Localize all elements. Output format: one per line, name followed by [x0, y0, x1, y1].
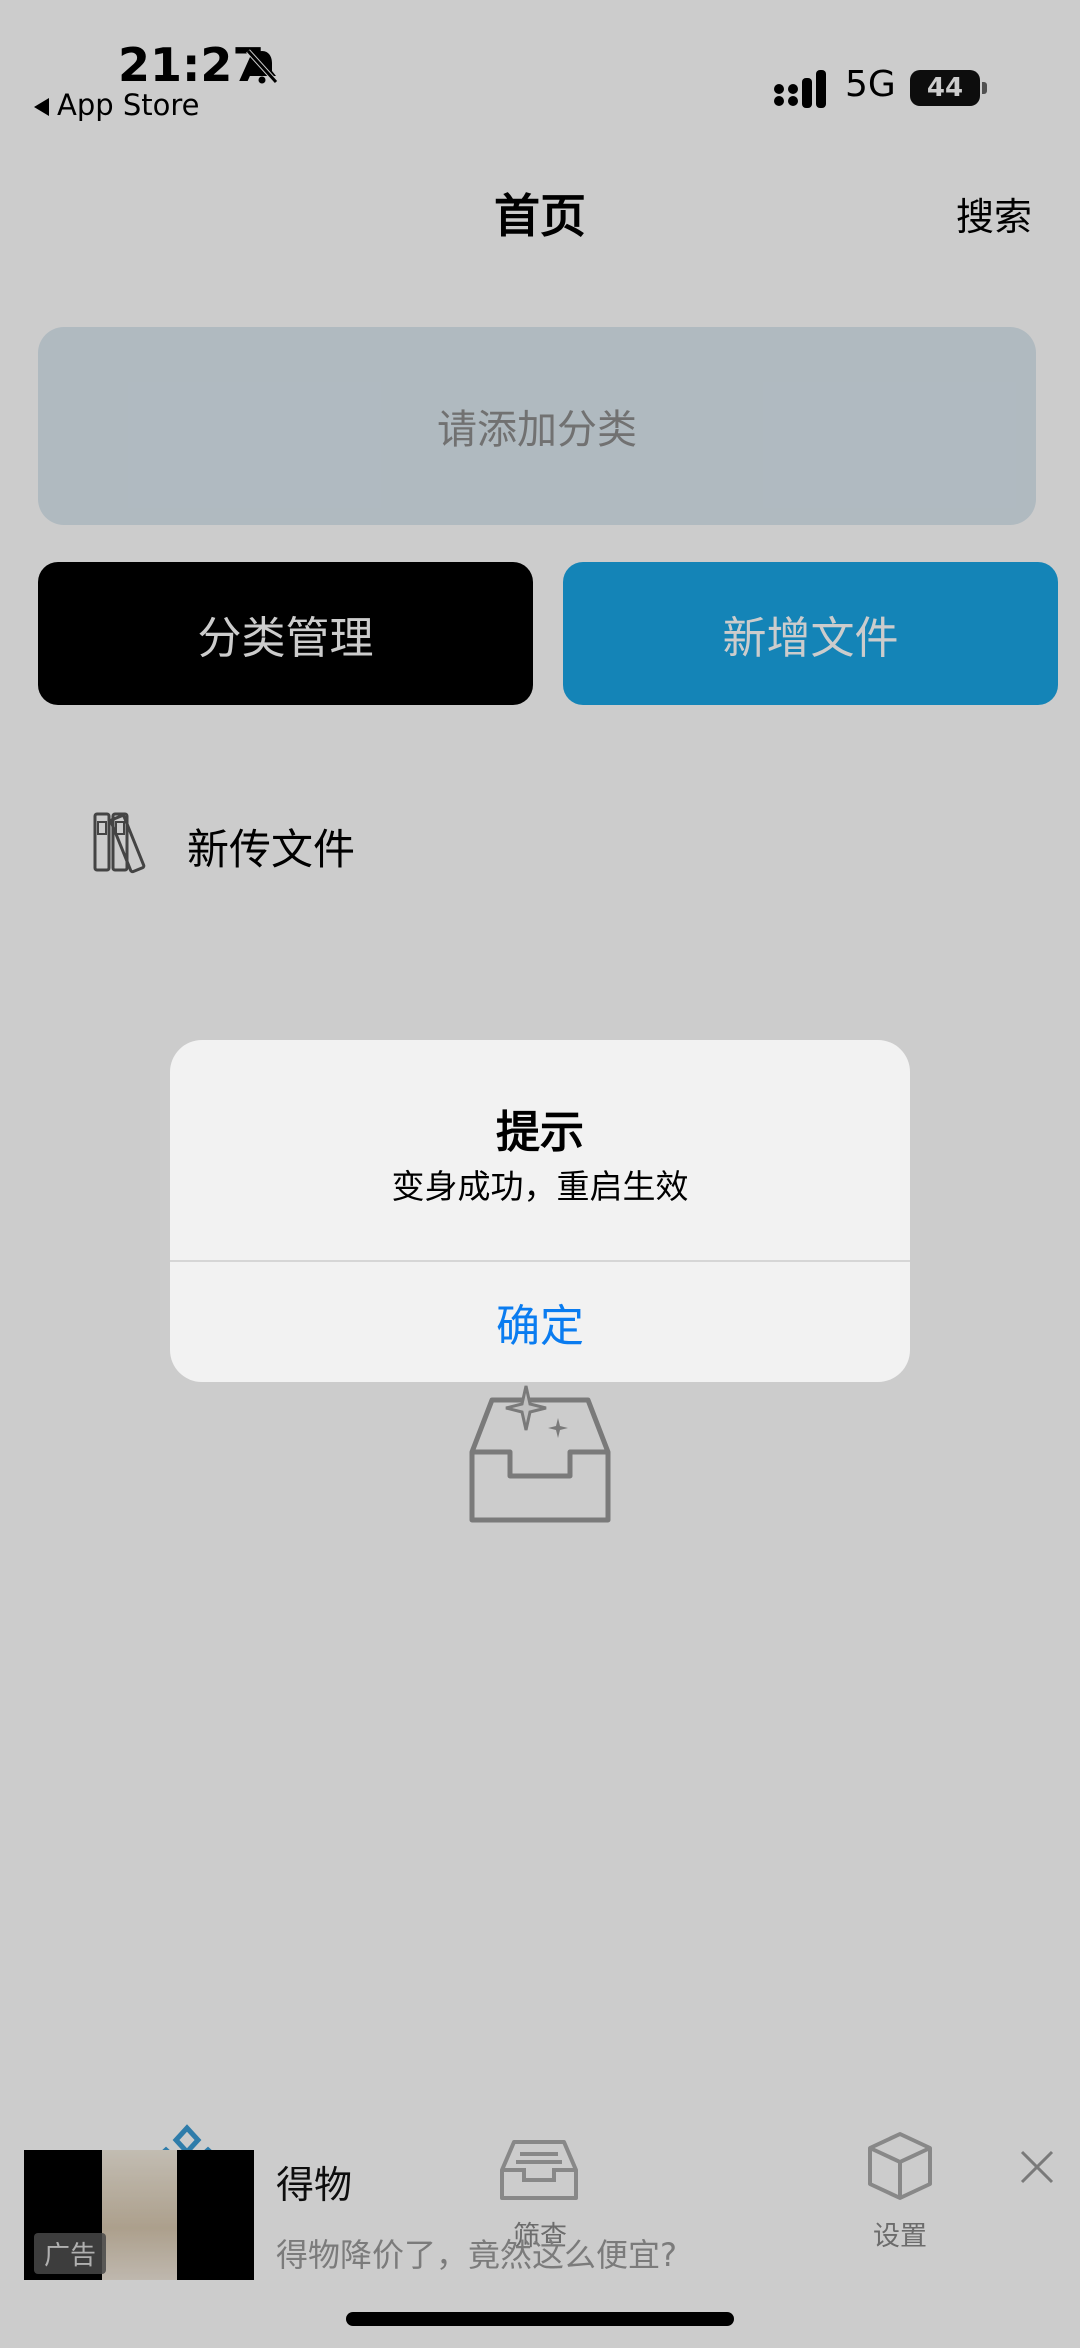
alert-dialog: 提示 变身成功，重启生效 确定 [170, 1040, 910, 1382]
confirm-button[interactable]: 确定 [170, 1262, 910, 1382]
alert-title: 提示 [496, 1107, 584, 1158]
alert-message: 变身成功，重启生效 [391, 1167, 689, 1206]
home-indicator[interactable] [346, 2312, 734, 2326]
